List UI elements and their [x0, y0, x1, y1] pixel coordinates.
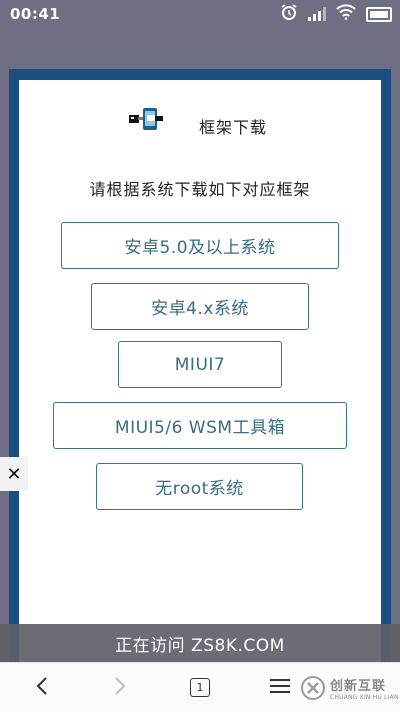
android-4x-button[interactable]: 安卓4.x系统	[91, 283, 309, 330]
close-icon: ✕	[6, 463, 22, 485]
visiting-site-text: 正在访问 ZS8K.COM	[115, 635, 285, 656]
app-logo-icon	[129, 106, 163, 132]
miui5-6-wsm-toolbox-button[interactable]: MIUI5/6 WSM工具箱	[53, 402, 347, 449]
back-button[interactable]	[22, 663, 62, 712]
battery-icon	[366, 6, 392, 22]
alarm-icon	[280, 3, 298, 26]
signal-icon	[308, 7, 326, 21]
status-time: 00:41	[10, 5, 61, 23]
tabs-button[interactable]: 1	[180, 663, 220, 712]
framework-download-dialog: 框架下载 请根据系统下载如下对应框架 安卓5.0及以上系统 安卓4.x系统 MI…	[19, 80, 381, 680]
dialog-title: 框架下载	[199, 118, 268, 137]
tab-count: 1	[190, 678, 210, 697]
android-5-plus-button[interactable]: 安卓5.0及以上系统	[61, 222, 339, 269]
watermark-text: 创新互联	[330, 679, 387, 694]
close-button[interactable]: ✕	[0, 457, 28, 491]
watermark-subtext: CHUANG XIN HU LIAN	[330, 694, 399, 701]
forward-icon	[113, 676, 127, 700]
status-icons	[280, 3, 392, 26]
wifi-icon	[336, 3, 356, 25]
forward-button[interactable]	[100, 663, 140, 712]
miui7-button[interactable]: MIUI7	[118, 341, 282, 388]
no-root-system-button[interactable]: 无root系统	[96, 463, 303, 510]
back-icon	[35, 676, 49, 700]
menu-button[interactable]	[260, 663, 300, 712]
watermark-logo-icon	[300, 675, 326, 701]
watermark: 创新互联 CHUANG XIN HU LIAN	[300, 668, 400, 708]
dialog-subtitle: 请根据系统下载如下对应框架	[89, 180, 311, 199]
visiting-site-bar: 正在访问 ZS8K.COM	[0, 624, 400, 662]
menu-icon	[270, 678, 290, 698]
dialog-header: 框架下载	[19, 102, 381, 142]
status-bar: 00:41	[0, 0, 400, 28]
